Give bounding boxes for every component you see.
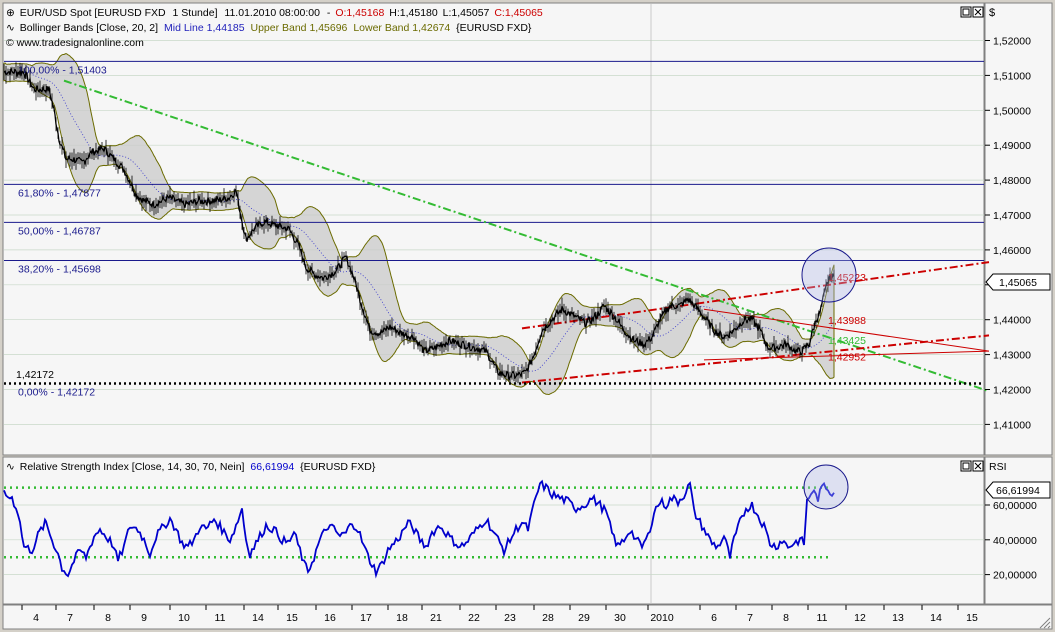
price-tick-label: 1,48000 (993, 175, 1031, 187)
time-tick-label: 23 (504, 612, 516, 624)
chart-window: 100,00% - 1,51403 61,80% - 1,47877 50,00% … (0, 0, 1055, 632)
annotation-label: 1,43425 (828, 335, 866, 347)
time-tick-label: 18 (396, 612, 408, 624)
rsi-close-button[interactable] (972, 460, 984, 472)
time-tick-label: 28 (542, 612, 554, 624)
time-tick-label: 10 (178, 612, 190, 624)
time-tick-label: 22 (468, 612, 480, 624)
rsi-header: ∿ Relative Strength Index [Close, 14, 30… (6, 461, 376, 473)
current-rsi-tag: 66,61994 (985, 481, 1051, 499)
highlight-circle (801, 247, 857, 303)
watermark: © www.tradesignalonline.com (6, 37, 144, 49)
time-tick-label: 30 (614, 612, 626, 624)
price-tick-label: 1,52000 (993, 36, 1031, 48)
restore-button[interactable] (960, 6, 972, 18)
fib-label: 50,00% - 1,46787 (18, 225, 101, 237)
price-tick-label: 1,47000 (993, 210, 1031, 222)
fib-label: 61,80% - 1,47877 (18, 187, 101, 199)
time-tick-label: 7 (747, 612, 753, 624)
price-panel[interactable] (2, 2, 985, 456)
time-tick-label: 11 (215, 612, 226, 624)
time-tick-label: 17 (360, 612, 372, 624)
price-tick-label: 1,49000 (993, 140, 1031, 152)
price-tick-label: 1,51000 (993, 70, 1031, 82)
time-tick-label: 7 (67, 612, 73, 624)
svg-text:66,61994: 66,61994 (996, 485, 1040, 497)
rsi-tick-label: 20,00000 (993, 570, 1037, 582)
price-tick-label: 1,41000 (993, 419, 1031, 431)
time-tick-label: 15 (286, 612, 298, 624)
time-tick-label: 16 (324, 612, 336, 624)
price-tick-label: 1,43000 (993, 350, 1031, 362)
time-tick-label: 9 (141, 612, 147, 624)
price-tick-label: 1,50000 (993, 105, 1031, 117)
time-tick-label: 6 (711, 612, 717, 624)
price-tick-label: 1,42000 (993, 385, 1031, 397)
annotation-label: 1,42952 (828, 351, 866, 363)
indicator-icon: ∿ (6, 461, 15, 473)
svg-text:1,45065: 1,45065 (999, 277, 1037, 289)
fib-label: 100,00% - 1,51403 (18, 64, 107, 76)
cross-icon: ⊕ (6, 7, 15, 19)
time-tick-label: 12 (854, 612, 866, 624)
indicator-icon: ∿ (6, 22, 15, 34)
rsi-tick-label: 60,00000 (993, 500, 1037, 512)
rsi-axis-label: RSI (989, 461, 1007, 473)
rsi-tick-label: 40,00000 (993, 535, 1037, 547)
rsi-restore-button[interactable] (960, 460, 972, 472)
currency-label: $ (989, 7, 995, 19)
annotation-label: 1,43988 (828, 315, 866, 327)
time-tick-label: 14 (930, 612, 942, 624)
time-tick-label: 15 (966, 612, 978, 624)
price-tick-label: 1,46000 (993, 245, 1031, 257)
price-tick-label: 1,44000 (993, 315, 1031, 327)
time-tick-label: 29 (578, 612, 590, 624)
fib-label: 0,00% - 1,42172 (18, 386, 95, 398)
support-label: 1,42172 (16, 369, 54, 381)
ohlc-header: ⊕ EUR/USD Spot [EURUSD FXD 1 Stunde] 11.… (6, 7, 543, 19)
time-tick-label: 13 (892, 612, 904, 624)
time-tick-label: 4 (33, 612, 39, 624)
time-tick-label: 8 (105, 612, 111, 624)
bollinger-header: ∿ Bollinger Bands [Close, 20, 2] Mid Lin… (6, 22, 532, 34)
current-price-tag: 1,45065 (985, 273, 1051, 291)
close-button[interactable] (972, 6, 984, 18)
time-tick-label: 2010 (650, 612, 674, 624)
time-tick-label: 14 (252, 612, 264, 624)
rsi-axis-panel (984, 456, 1053, 605)
fib-label: 38,20% - 1,45698 (18, 263, 101, 275)
time-tick-label: 8 (783, 612, 789, 624)
time-tick-label: 11 (817, 612, 828, 624)
time-tick-label: 21 (430, 612, 442, 624)
rsi-highlight-circle (803, 464, 849, 510)
